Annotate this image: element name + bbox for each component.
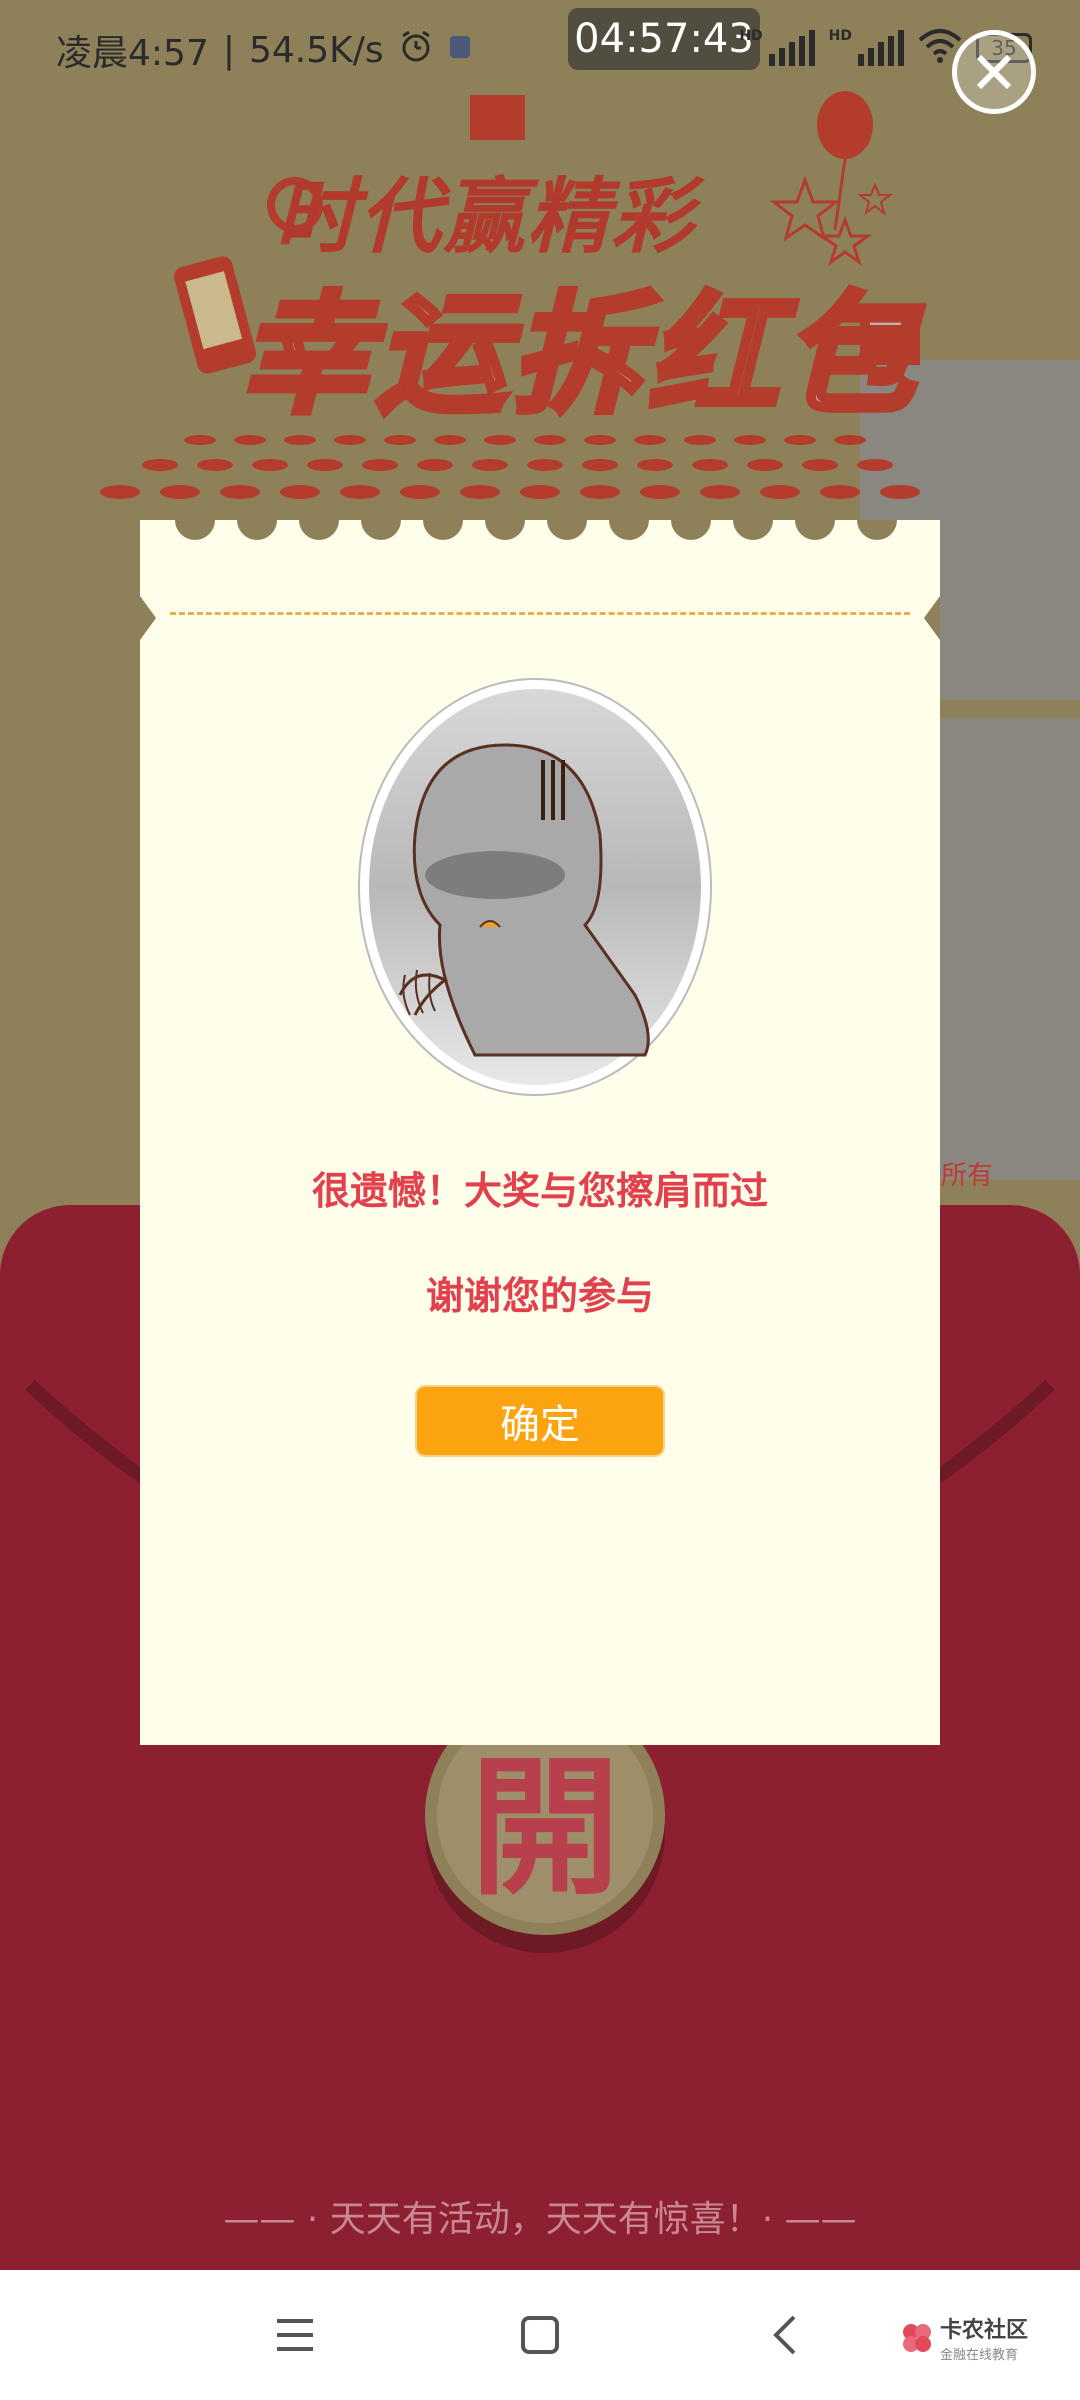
watermark-name: 卡农社区 bbox=[940, 2318, 1029, 2343]
ticket-perforation bbox=[170, 612, 910, 615]
status-separator: | bbox=[222, 29, 235, 71]
close-icon bbox=[976, 54, 1012, 90]
clock-pill: 04:57:43 bbox=[568, 8, 760, 70]
promo-banner: 时代赢精彩 幸运拆红包 bbox=[100, 80, 960, 499]
signal-icon-1 bbox=[768, 30, 815, 66]
result-message: 很遗憾！大奖与您擦肩而过 bbox=[311, 1169, 768, 1213]
hd-label-1: HD bbox=[739, 28, 763, 44]
app-notification-icon bbox=[448, 30, 472, 71]
footer-slogan: —— · 天天有活动，天天有惊喜！· —— bbox=[223, 2199, 857, 2240]
menu-icon[interactable] bbox=[260, 2300, 330, 2370]
ticket-notch-right bbox=[924, 596, 940, 640]
status-time: 凌晨4:57 bbox=[56, 33, 209, 74]
home-icon[interactable] bbox=[505, 2300, 575, 2370]
hd-label-2: HD bbox=[828, 28, 852, 44]
back-icon[interactable] bbox=[750, 2300, 820, 2370]
confirm-button[interactable]: 确定 bbox=[415, 1385, 665, 1457]
alarm-icon bbox=[398, 28, 434, 73]
watermark: 卡农社区 金融在线教育 bbox=[900, 2312, 1028, 2363]
watermark-text: 卡农社区 金融在线教育 bbox=[940, 2312, 1028, 2363]
status-left: 凌晨4:57 | 54.5K/s bbox=[56, 24, 472, 76]
thanks-message: 谢谢您的参与 bbox=[425, 1274, 654, 1318]
sad-character-illustration bbox=[358, 678, 712, 1096]
watermark-tagline: 金融在线教育 bbox=[940, 2348, 1019, 2363]
ticket-scallop-edge bbox=[175, 520, 897, 540]
close-button[interactable] bbox=[952, 30, 1036, 114]
network-speed: 54.5K/s bbox=[248, 29, 384, 71]
ticket-notch-left bbox=[140, 596, 156, 640]
kanong-logo-icon bbox=[903, 2323, 931, 2352]
signal-icon-2 bbox=[858, 30, 904, 66]
